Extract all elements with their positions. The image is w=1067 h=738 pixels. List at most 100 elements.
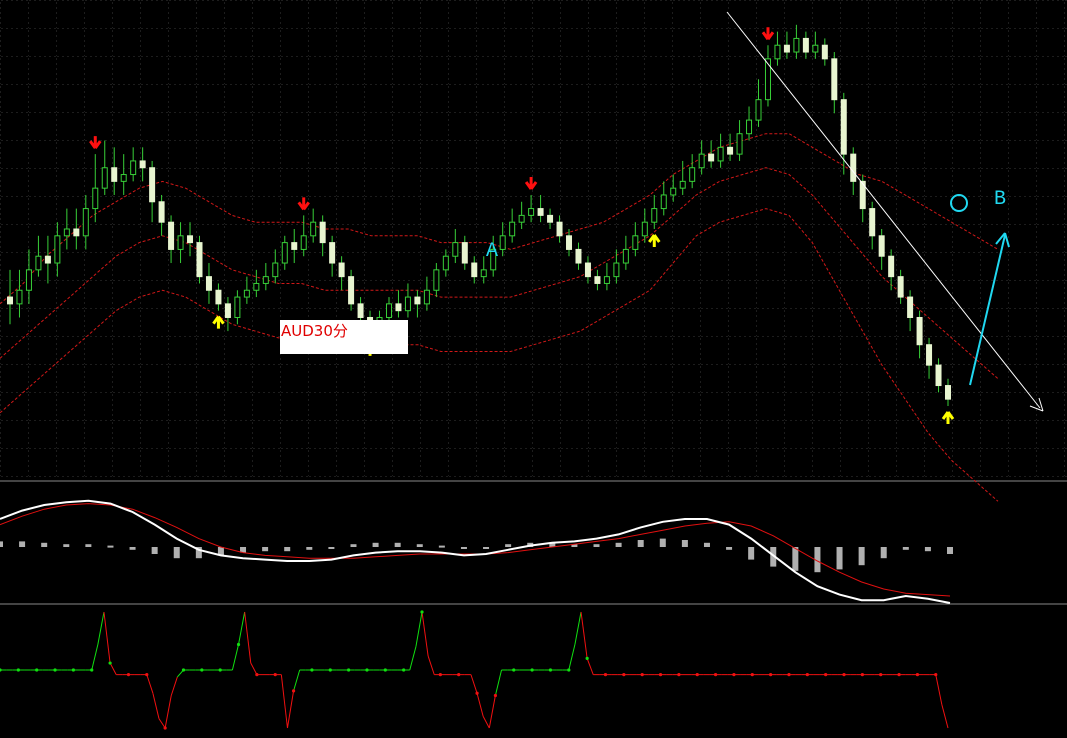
macd-histogram-bar [328, 547, 335, 549]
oscillator-segment [280, 674, 288, 729]
candle-body [7, 296, 13, 305]
candle-body [632, 235, 639, 250]
oscillator-segment [409, 646, 417, 671]
candle-body [689, 167, 696, 182]
candle-body [926, 344, 933, 366]
oscillator-dot [291, 689, 296, 693]
oscillator-dot [622, 673, 626, 677]
macd-histogram-bar [0, 541, 3, 547]
macd-histogram-bar [438, 545, 445, 548]
macd-histogram-bar [637, 540, 644, 547]
candle-body [168, 221, 175, 250]
oscillator-segment [568, 644, 576, 671]
macd-histogram-bar [306, 547, 313, 550]
oscillator-segment [164, 695, 172, 729]
candle-body [215, 289, 222, 305]
candle-body [869, 208, 876, 237]
candle-body [205, 276, 212, 291]
oscillator-segment [476, 693, 484, 717]
oscillator-dot [90, 668, 94, 672]
oscillator-dot [310, 668, 314, 672]
macd-histogram-bar [947, 547, 953, 554]
macd-histogram-bar [63, 544, 70, 547]
oscillator-dot [548, 668, 553, 672]
oscillator-segment [250, 662, 258, 675]
oscillator-segment [580, 611, 588, 659]
candle-body [423, 289, 430, 305]
candle-body [101, 167, 108, 189]
candle-body [187, 235, 194, 244]
candle-body [329, 242, 336, 264]
candle-body [764, 58, 771, 101]
candle-body [310, 221, 317, 237]
candle-body [850, 153, 857, 182]
candle-body [945, 385, 951, 400]
candle-body [547, 214, 554, 223]
oscillator-dot [750, 673, 754, 677]
candle-body [300, 235, 307, 250]
oscillator-dot [145, 673, 149, 677]
macd-histogram-bar [107, 545, 114, 548]
oscillator-dot [530, 668, 534, 672]
candle-body [319, 221, 326, 244]
candle-body [158, 201, 165, 223]
candle-body [92, 187, 99, 210]
macd-histogram-bar [748, 547, 755, 560]
oscillator-dot [897, 673, 901, 677]
oscillator-segment [244, 611, 252, 664]
oscillator-dot [383, 668, 387, 672]
oscillator-dot [842, 673, 846, 677]
candle-body [537, 208, 544, 216]
oscillator-dot [585, 656, 589, 661]
oscillator-dot [934, 673, 938, 677]
annotation-b: B [994, 188, 1006, 211]
candle-body [698, 153, 705, 169]
macd-histogram-bar [483, 547, 490, 549]
candle-body [566, 235, 573, 250]
candle-body [433, 269, 440, 291]
candle-body [262, 276, 269, 284]
candle-body [613, 262, 620, 278]
macd-histogram-bar [19, 541, 26, 547]
oscillator-dot [438, 673, 442, 677]
oscillator-dot [163, 726, 167, 730]
candle-body [670, 187, 677, 196]
oscillator-dot [677, 673, 681, 677]
candle-body [679, 180, 686, 189]
oscillator-dot [640, 673, 644, 677]
candle-body [622, 248, 629, 264]
macd-histogram-bar [858, 547, 865, 566]
macd-histogram-bar [924, 547, 931, 552]
oscillator-dot [512, 668, 516, 672]
oscillator-dot [200, 668, 204, 672]
oscillator-segment [494, 669, 503, 696]
candle-body [63, 228, 70, 237]
candle-body [414, 296, 421, 305]
oscillator-dot [273, 673, 277, 677]
candle-body [821, 44, 828, 60]
candle-body [783, 44, 790, 53]
oscillator-segment [91, 644, 99, 671]
oscillator-dot [915, 673, 920, 677]
candle-body [272, 262, 279, 278]
oscillator-segment [482, 716, 490, 729]
candle-body [831, 58, 838, 101]
oscillator-dot [695, 673, 699, 677]
oscillator-segment [103, 611, 111, 664]
candle-body [727, 146, 734, 155]
macd-histogram-bar [659, 538, 666, 547]
candle-body [916, 316, 923, 346]
candle-body [897, 276, 904, 298]
oscillator-dot [420, 610, 424, 614]
macd-histogram-bar [792, 547, 799, 571]
candle-body [253, 282, 260, 291]
oscillator-dot [402, 668, 406, 672]
macd-histogram-bar [151, 547, 158, 554]
macd-histogram-bar [85, 544, 92, 547]
oscillator-segment [158, 718, 166, 729]
candle-body [461, 242, 468, 264]
oscillator-dot [16, 668, 20, 672]
candle-body [44, 255, 51, 264]
candle-body [224, 303, 231, 318]
macd-histogram-bar [880, 547, 887, 559]
